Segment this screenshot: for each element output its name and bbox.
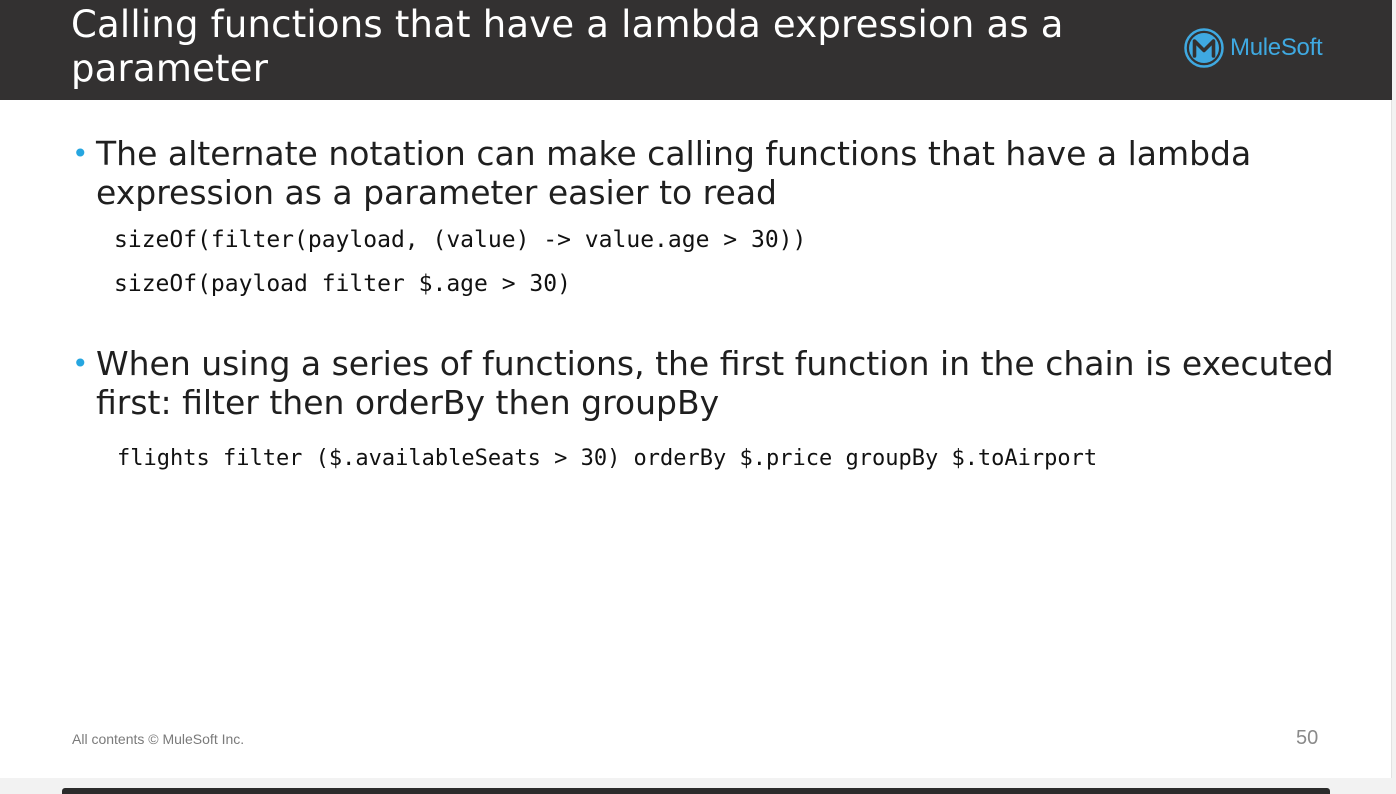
page-number: 50 (1296, 727, 1319, 749)
logo-text: MuleSoft (1230, 34, 1323, 61)
code-line-3: flights filter ($.availableSeats > 30) o… (117, 446, 1098, 471)
code-line-1: sizeOf(filter(payload, (value) -> value.… (114, 227, 807, 253)
mulesoft-logo-icon (1184, 28, 1224, 68)
bullet-1-text: The alternate notation can make calling … (96, 134, 1252, 212)
bullet-dot: • (72, 347, 89, 380)
bullet-dot: • (72, 137, 89, 170)
footer-copyright: All contents © MuleSoft Inc. (72, 731, 245, 747)
bottom-toolbar-edge (62, 788, 1330, 794)
code-line-2: sizeOf(payload filter $.age > 30) (114, 271, 571, 297)
bullet-2-text: When using a series of functions, the fi… (96, 344, 1334, 422)
title-bar: Calling functions that have a lambda exp… (0, 0, 1392, 100)
bullet-1: • The alternate notation can make callin… (72, 134, 1352, 212)
slide: Calling functions that have a lambda exp… (0, 0, 1392, 778)
bullet-2: • When using a series of functions, the … (72, 344, 1352, 422)
slide-title: Calling functions that have a lambda exp… (71, 3, 1064, 90)
mulesoft-logo: MuleSoft (1184, 27, 1323, 69)
